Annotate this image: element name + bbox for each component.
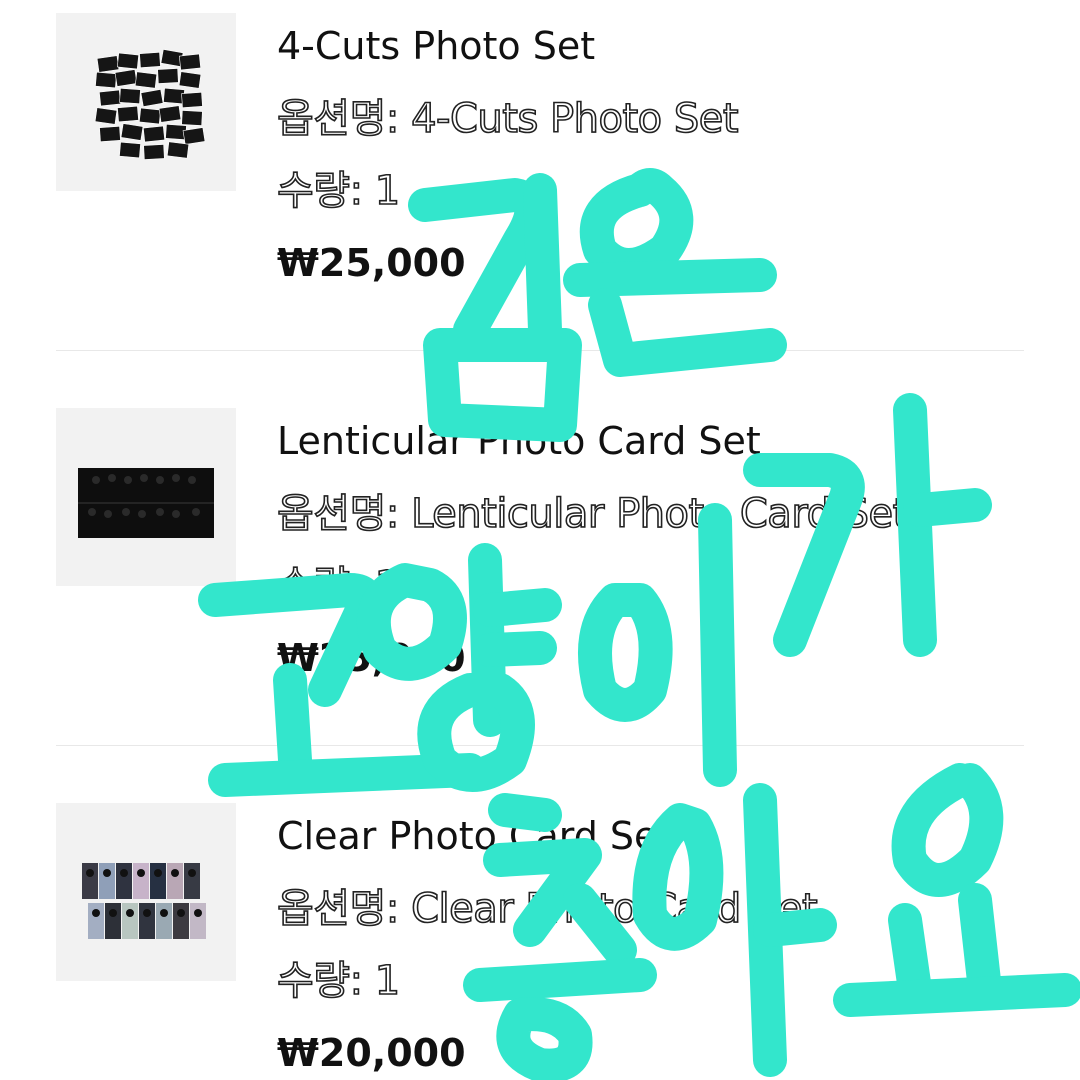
divider [56, 350, 1024, 351]
product-thumbnail[interactable] [56, 803, 236, 981]
divider [56, 745, 1024, 746]
quantity-value: 1 [374, 167, 401, 215]
product-info: 4-Cuts Photo Set 옵션명: 4-Cuts Photo Set 수… [276, 22, 1037, 287]
quantity-value: 1 [374, 957, 401, 1005]
option-line: 옵션명: Lenticular Photo Card Set [276, 490, 1037, 538]
quantity-line: 수량: 1 [276, 167, 1037, 215]
quantity-label: 수량: [276, 562, 375, 610]
option-value: Lenticular Photo Card Set [410, 490, 909, 538]
product-name[interactable]: Clear Photo Card Set [277, 812, 1037, 860]
option-line: 옵션명: 4-Cuts Photo Set [276, 95, 1037, 143]
photo-cards-scattered-icon [94, 49, 206, 160]
order-item[interactable]: Lenticular Photo Card Set 옵션명: Lenticula… [0, 395, 1080, 746]
photo-cards-grid-icon [82, 863, 206, 939]
quantity-label: 수량: [276, 957, 375, 1005]
price: ₩20,000 [277, 1031, 466, 1075]
product-thumbnail[interactable] [56, 408, 236, 586]
option-label: 옵션명: [276, 95, 412, 143]
option-line: 옵션명: Clear Photo Card Set [276, 885, 1037, 933]
option-value: Clear Photo Card Set [410, 885, 818, 933]
order-item-list: 4-Cuts Photo Set 옵션명: 4-Cuts Photo Set 수… [0, 0, 1080, 1080]
quantity-value: 1 [374, 562, 401, 610]
price: ₩25,000 [277, 241, 466, 285]
quantity-line: 수량: 1 [276, 562, 1037, 610]
order-item[interactable]: Clear Photo Card Set 옵션명: Clear Photo Ca… [0, 790, 1080, 1080]
order-item[interactable]: 4-Cuts Photo Set 옵션명: 4-Cuts Photo Set 수… [0, 0, 1080, 351]
quantity-label: 수량: [276, 167, 375, 215]
option-label: 옵션명: [276, 885, 412, 933]
option-value: 4-Cuts Photo Set [410, 95, 739, 143]
price: ₩25,000 [277, 636, 466, 680]
photo-cards-row-icon [78, 468, 214, 538]
product-info: Clear Photo Card Set 옵션명: Clear Photo Ca… [276, 812, 1037, 1077]
product-name[interactable]: Lenticular Photo Card Set [277, 417, 1037, 465]
option-label: 옵션명: [276, 490, 412, 538]
quantity-line: 수량: 1 [276, 957, 1037, 1005]
product-info: Lenticular Photo Card Set 옵션명: Lenticula… [276, 417, 1037, 682]
product-thumbnail[interactable] [56, 13, 236, 191]
product-name[interactable]: 4-Cuts Photo Set [277, 22, 1037, 70]
